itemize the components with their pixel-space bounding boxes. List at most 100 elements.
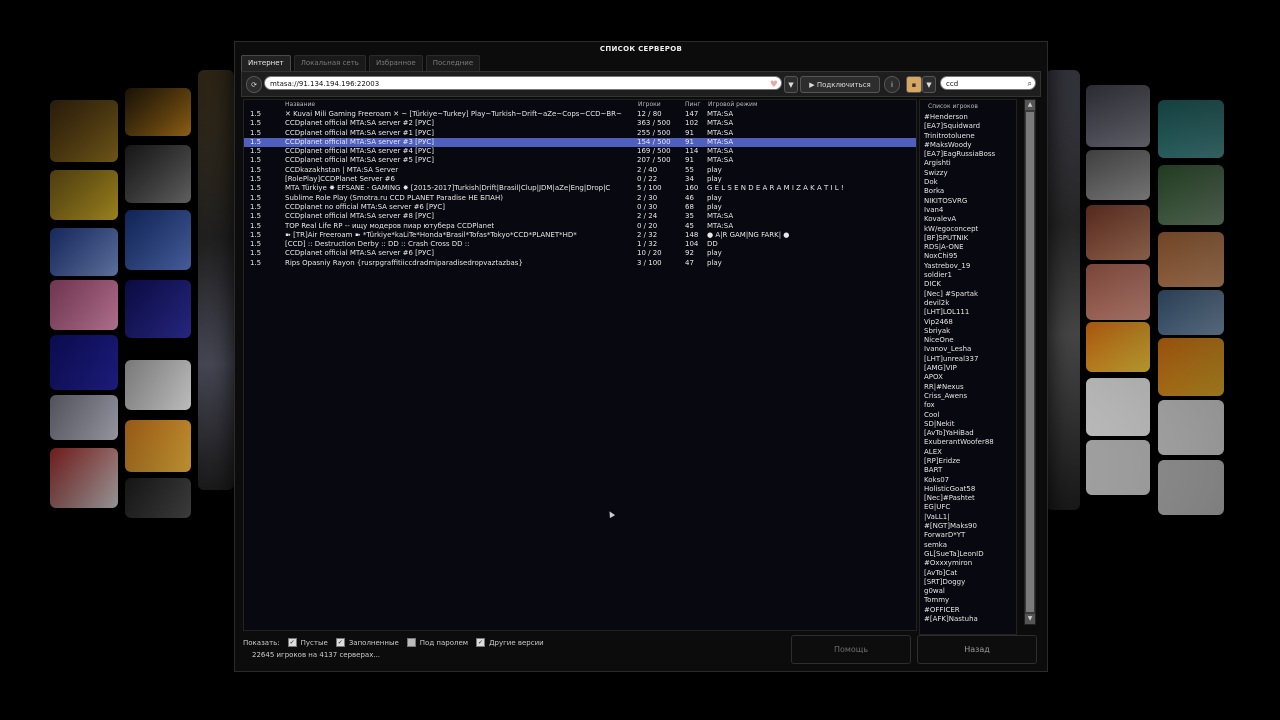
server-list[interactable]: Название Игроки Пинг Игровой режим 1.5 ✕ … bbox=[243, 99, 917, 631]
server-row[interactable]: 1.5 [RolePlay]CCDPlanet Server #6 0 / 22 34… bbox=[244, 175, 916, 184]
player-item[interactable]: [SRT]Doggy bbox=[920, 578, 1016, 587]
server-row[interactable]: 1.5 CCDplanet official MTA:SA server #1 [… bbox=[244, 129, 916, 138]
player-item[interactable]: [LHT]LOL111 bbox=[920, 308, 1016, 317]
player-item[interactable]: Tommy bbox=[920, 596, 1016, 605]
address-dropdown-button[interactable]: ▼ bbox=[784, 76, 798, 93]
player-item[interactable]: #OFFICER bbox=[920, 606, 1016, 615]
player-item[interactable]: [RP]Eridze bbox=[920, 457, 1016, 466]
player-item[interactable]: #Oxxxymiron bbox=[920, 559, 1016, 568]
help-button[interactable]: Помощь bbox=[791, 635, 911, 664]
player-item[interactable]: Criss_Awens bbox=[920, 392, 1016, 401]
server-row[interactable]: 1.5 CCDkazakhstan | MTA:SA Server 2 / 40 55… bbox=[244, 166, 916, 175]
scroll-down-arrow-icon[interactable]: ▼ bbox=[1025, 614, 1035, 624]
server-row[interactable]: 1.5 CCDplanet official MTA:SA server #3 [… bbox=[244, 137, 916, 148]
player-item[interactable]: Ivan4 bbox=[920, 206, 1016, 215]
server-row[interactable]: 1.5 Rips Opasniy Rayon {rusrpgraffitiiccd… bbox=[244, 259, 916, 268]
player-item[interactable]: #Henderson bbox=[920, 113, 1016, 122]
checkbox-icon[interactable] bbox=[406, 638, 416, 647]
player-item[interactable]: [AMG]VIP bbox=[920, 364, 1016, 373]
player-item[interactable]: GL[SueTa]LeonID bbox=[920, 550, 1016, 559]
player-item[interactable]: g0wal bbox=[920, 587, 1016, 596]
player-item[interactable]: fox bbox=[920, 401, 1016, 410]
player-item[interactable]: Trinitrotoluene bbox=[920, 132, 1016, 141]
player-item[interactable]: #MaksWoody bbox=[920, 141, 1016, 150]
checkbox-icon[interactable]: ✓ bbox=[287, 638, 297, 647]
player-item[interactable]: soldier1 bbox=[920, 271, 1016, 280]
info-button[interactable]: i bbox=[884, 76, 900, 93]
player-item[interactable]: kW/egoconcept bbox=[920, 225, 1016, 234]
connect-button[interactable]: ▶ Подключиться bbox=[800, 76, 880, 93]
player-item[interactable]: [BF]SPUTNIK bbox=[920, 234, 1016, 243]
player-item[interactable]: NoxChi95 bbox=[920, 252, 1016, 261]
server-row[interactable]: 1.5 [CCD] :: Destruction Derby :: DD :: C… bbox=[244, 240, 916, 249]
player-item[interactable]: RR|#Nexus bbox=[920, 383, 1016, 392]
player-item[interactable]: ForwarD*YT bbox=[920, 531, 1016, 540]
server-row[interactable]: 1.5 CCDplanet no official MTA:SA server #… bbox=[244, 203, 916, 212]
server-row[interactable]: 1.5 CCDplanet official MTA:SA server #5 [… bbox=[244, 156, 916, 165]
server-row[interactable]: 1.5 ➽ [TR]Air Freeroam ➽ *Türkiye*kaLiTe*… bbox=[244, 231, 916, 240]
tab-recent[interactable]: Последние bbox=[425, 55, 481, 71]
player-item[interactable]: Argishti bbox=[920, 159, 1016, 168]
player-item[interactable]: Borka bbox=[920, 187, 1016, 196]
player-item[interactable]: devil2k bbox=[920, 299, 1016, 308]
player-item[interactable]: HolisticGoat58 bbox=[920, 485, 1016, 494]
player-item[interactable]: Swizzy bbox=[920, 169, 1016, 178]
player-item[interactable]: DICK bbox=[920, 280, 1016, 289]
player-item[interactable]: ExuberantWoofer88 bbox=[920, 438, 1016, 447]
tab-internet[interactable]: Интернет bbox=[241, 55, 291, 71]
column-mode-header[interactable]: Игровой режим bbox=[708, 101, 757, 108]
player-item[interactable]: Dok bbox=[920, 178, 1016, 187]
server-row[interactable]: 1.5 CCDplanet official MTA:SA server #4 [… bbox=[244, 147, 916, 156]
player-item[interactable]: #[AFK]Nastuha bbox=[920, 615, 1016, 624]
player-item[interactable]: Cool bbox=[920, 411, 1016, 420]
column-players-header[interactable]: Игроки bbox=[638, 101, 661, 108]
player-item[interactable]: Vip2468 bbox=[920, 318, 1016, 327]
server-row[interactable]: 1.5 CCDplanet official MTA:SA server #2 [… bbox=[244, 119, 916, 128]
player-item[interactable]: Sbriyak bbox=[920, 327, 1016, 336]
server-row[interactable]: 1.5 MTA Türkiye ✸ EFSANE - GAMING ✸ [2015… bbox=[244, 184, 916, 193]
server-row[interactable]: 1.5 CCDplanet official MTA:SA server #6 [… bbox=[244, 249, 916, 258]
player-item[interactable]: [AvTo]Cat bbox=[920, 569, 1016, 578]
checkbox-icon[interactable]: ✓ bbox=[476, 638, 486, 647]
player-item[interactable]: KovalevA bbox=[920, 215, 1016, 224]
player-item[interactable]: NIKITOSVRG bbox=[920, 197, 1016, 206]
refresh-button[interactable]: ⟳ bbox=[246, 76, 262, 93]
filter-other-versions[interactable]: ✓ Другие версии bbox=[476, 638, 544, 647]
tab-local-network[interactable]: Локальная сеть bbox=[293, 55, 366, 71]
player-item[interactable]: [EA7]EagRussiaBoss bbox=[920, 150, 1016, 159]
address-input[interactable]: mtasa://91.134.194.196:22003 ♥ bbox=[264, 76, 782, 90]
checkbox-icon[interactable]: ✓ bbox=[335, 638, 345, 647]
player-item[interactable]: #[NGT]Maks90 bbox=[920, 522, 1016, 531]
column-name-header[interactable]: Название bbox=[285, 101, 315, 108]
back-button[interactable]: Назад bbox=[917, 635, 1037, 664]
player-item[interactable]: BART bbox=[920, 466, 1016, 475]
search-type-button[interactable]: ▪ bbox=[906, 76, 922, 93]
player-item[interactable]: ALEX bbox=[920, 448, 1016, 457]
player-item[interactable]: [AvTo]YaHiBad bbox=[920, 429, 1016, 438]
player-item[interactable]: [Nec]#Pashtet bbox=[920, 494, 1016, 503]
player-item[interactable]: [LHT]unreal337 bbox=[920, 355, 1016, 364]
filter-empty[interactable]: ✓ Пустые bbox=[287, 638, 328, 647]
player-item[interactable]: Ivanov_Lesha bbox=[920, 345, 1016, 354]
tab-favourites[interactable]: Избранное bbox=[368, 55, 423, 71]
scrollbar-thumb[interactable] bbox=[1026, 112, 1034, 612]
server-row[interactable]: 1.5 CCDplanet official MTA:SA server #8 [… bbox=[244, 212, 916, 221]
search-input[interactable]: ccd ⌕ bbox=[940, 76, 1036, 90]
server-row[interactable]: 1.5 TOP Real Life RP -- ищу модеров пиар … bbox=[244, 222, 916, 231]
player-item[interactable]: APOX bbox=[920, 373, 1016, 382]
player-item[interactable]: [EA7]Squidward bbox=[920, 122, 1016, 131]
player-item[interactable]: Koks07 bbox=[920, 476, 1016, 485]
player-item[interactable]: SD|Nekit bbox=[920, 420, 1016, 429]
player-item[interactable]: NiceOne bbox=[920, 336, 1016, 345]
search-type-dropdown[interactable]: ▼ bbox=[922, 76, 936, 93]
filter-full[interactable]: ✓ Заполненные bbox=[335, 638, 399, 647]
scroll-up-arrow-icon[interactable]: ▲ bbox=[1025, 100, 1035, 110]
heart-icon[interactable]: ♥ bbox=[770, 78, 778, 92]
player-item[interactable]: semka bbox=[920, 541, 1016, 550]
column-ping-header[interactable]: Пинг bbox=[685, 101, 701, 108]
server-row[interactable]: 1.5 ✕ Kuvai Mili Gaming Freeroam ✕ ~ [Tür… bbox=[244, 110, 916, 119]
filter-password[interactable]: Под паролем bbox=[406, 638, 468, 647]
player-item[interactable]: RDS|A-ONE bbox=[920, 243, 1016, 252]
player-item[interactable]: [Nec] #Spartak bbox=[920, 290, 1016, 299]
server-row[interactable]: 1.5 Sublime Role Play (Smotra.ru CCD PLAN… bbox=[244, 194, 916, 203]
